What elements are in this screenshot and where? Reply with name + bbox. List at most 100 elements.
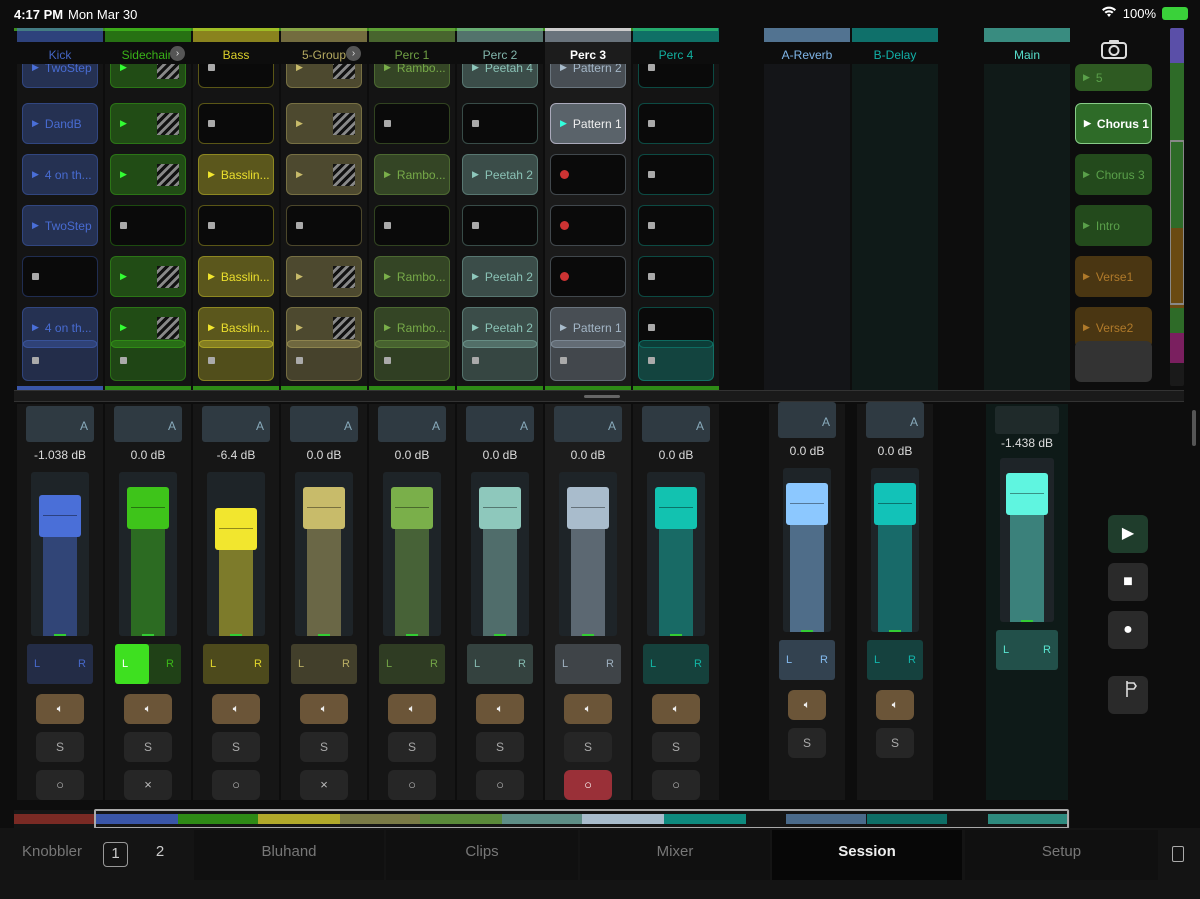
volume-fader-track[interactable] [871,468,919,632]
clip-slot[interactable] [550,256,626,297]
solo-button[interactable]: S [36,732,84,762]
input-routing-button[interactable]: A [114,406,182,442]
pan-control[interactable]: LR [467,644,533,684]
track-header[interactable]: Perc 4 [633,28,719,64]
volume-fader-track[interactable] [783,468,831,632]
volume-fader-handle[interactable] [567,487,609,530]
input-routing-button[interactable]: A [554,406,622,442]
pan-control[interactable]: LR [115,644,181,684]
minimap-viewport[interactable] [94,809,1069,829]
clip-slot[interactable]: ▶ Rambo... [374,64,450,88]
stop-button[interactable]: ■ [1108,563,1148,601]
track-overview-minimap[interactable] [14,809,1070,829]
expand-arrow-icon[interactable]: › [170,46,185,61]
mute-button[interactable]: 🔈︎ [388,694,436,724]
arm-button[interactable]: ○ [476,770,524,800]
clip-slot[interactable]: ▶ Rambo... [374,256,450,297]
mute-button[interactable]: 🔈︎ [652,694,700,724]
track-header[interactable]: B-Delay [852,28,938,64]
input-routing-button[interactable]: A [290,406,358,442]
clip-slot[interactable] [374,340,450,381]
solo-button[interactable]: S [876,728,914,758]
volume-fader-handle[interactable] [1006,473,1048,516]
volume-fader-handle[interactable] [874,483,916,526]
solo-button[interactable]: S [212,732,260,762]
solo-button[interactable]: S [476,732,524,762]
pan-control[interactable]: LR [27,644,93,684]
input-routing-button[interactable]: A [378,406,446,442]
clip-slot[interactable] [286,340,362,381]
nav-setup[interactable]: Setup [965,830,1158,880]
clip-slot[interactable] [462,340,538,381]
clip-slot[interactable] [462,103,538,144]
clip-slot[interactable] [638,103,714,144]
arm-button[interactable]: × [300,770,348,800]
clip-slot[interactable] [110,205,186,246]
solo-button[interactable]: S [124,732,172,762]
volume-fader-track[interactable] [647,472,705,636]
clip-slot[interactable] [638,256,714,297]
clip-slot[interactable] [374,205,450,246]
arm-button[interactable]: ○ [564,770,612,800]
arm-button[interactable]: × [124,770,172,800]
track-header[interactable]: Kick [17,28,103,64]
volume-fader-handle[interactable] [479,487,521,530]
clip-slot[interactable]: ▶ DandB [22,103,98,144]
clip-slot[interactable]: ▶ [110,154,186,195]
pan-control[interactable]: LR [867,640,923,680]
nav-bluhand[interactable]: Bluhand [194,830,384,880]
track-header[interactable]: Bass [193,28,279,64]
solo-button[interactable]: S [564,732,612,762]
pan-control[interactable]: LR [996,630,1058,670]
record-button[interactable]: ● [1108,611,1148,649]
scene-launch-button[interactable]: ▶ 5 [1075,64,1152,91]
volume-fader-track[interactable] [383,472,441,636]
input-routing-button[interactable]: A [866,402,924,438]
input-routing-button[interactable]: A [466,406,534,442]
solo-button[interactable]: S [388,732,436,762]
signpost-button[interactable] [1108,676,1148,714]
arm-button[interactable]: ○ [388,770,436,800]
clip-slot[interactable] [550,340,626,381]
clip-slot[interactable]: ▶ [110,64,186,88]
scene-stop-all-button[interactable] [1075,341,1152,382]
nav-clips[interactable]: Clips [386,830,578,880]
camera-icon[interactable] [1100,38,1128,60]
pan-control[interactable]: LR [291,644,357,684]
clip-slot[interactable]: ▶ [286,154,362,195]
clip-slot[interactable] [198,103,274,144]
track-header[interactable]: 5-Group › [281,28,367,64]
arm-button[interactable]: ○ [36,770,84,800]
nav-mixer[interactable]: Mixer [580,830,770,880]
clip-slot[interactable]: ▶ Pattern 2 [550,64,626,88]
volume-fader-track[interactable] [1000,458,1054,622]
mute-button[interactable]: 🔈︎ [124,694,172,724]
clip-slot[interactable]: ▶ TwoStep [22,205,98,246]
clip-slot[interactable] [22,256,98,297]
volume-fader-track[interactable] [471,472,529,636]
volume-fader-handle[interactable] [127,487,169,530]
clip-slot[interactable] [110,340,186,381]
mute-button[interactable]: 🔈︎ [788,690,826,720]
clip-slot[interactable]: ▶ [286,64,362,88]
master-routing-button[interactable] [995,406,1059,434]
pan-control[interactable]: LR [379,644,445,684]
input-routing-button[interactable]: A [642,406,710,442]
volume-fader-track[interactable] [295,472,353,636]
volume-fader-track[interactable] [207,472,265,636]
clip-mixer-divider[interactable] [14,390,1184,402]
scene-launch-button[interactable]: ▶ Verse1 [1075,256,1152,297]
input-routing-button[interactable]: A [26,406,94,442]
scene-launch-button[interactable]: ▶ Chorus 1 [1075,103,1152,144]
volume-fader-handle[interactable] [39,495,81,538]
play-button[interactable]: ▶ [1108,515,1148,553]
clip-slot[interactable]: ▶ [286,103,362,144]
clip-slot[interactable] [462,205,538,246]
solo-button[interactable]: S [652,732,700,762]
input-routing-button[interactable]: A [202,406,270,442]
volume-fader-handle[interactable] [391,487,433,530]
mute-button[interactable]: 🔈︎ [476,694,524,724]
nav-page-1[interactable]: 1 [103,842,128,867]
nav-page-2[interactable]: 2 [148,830,172,880]
mute-button[interactable]: 🔈︎ [300,694,348,724]
